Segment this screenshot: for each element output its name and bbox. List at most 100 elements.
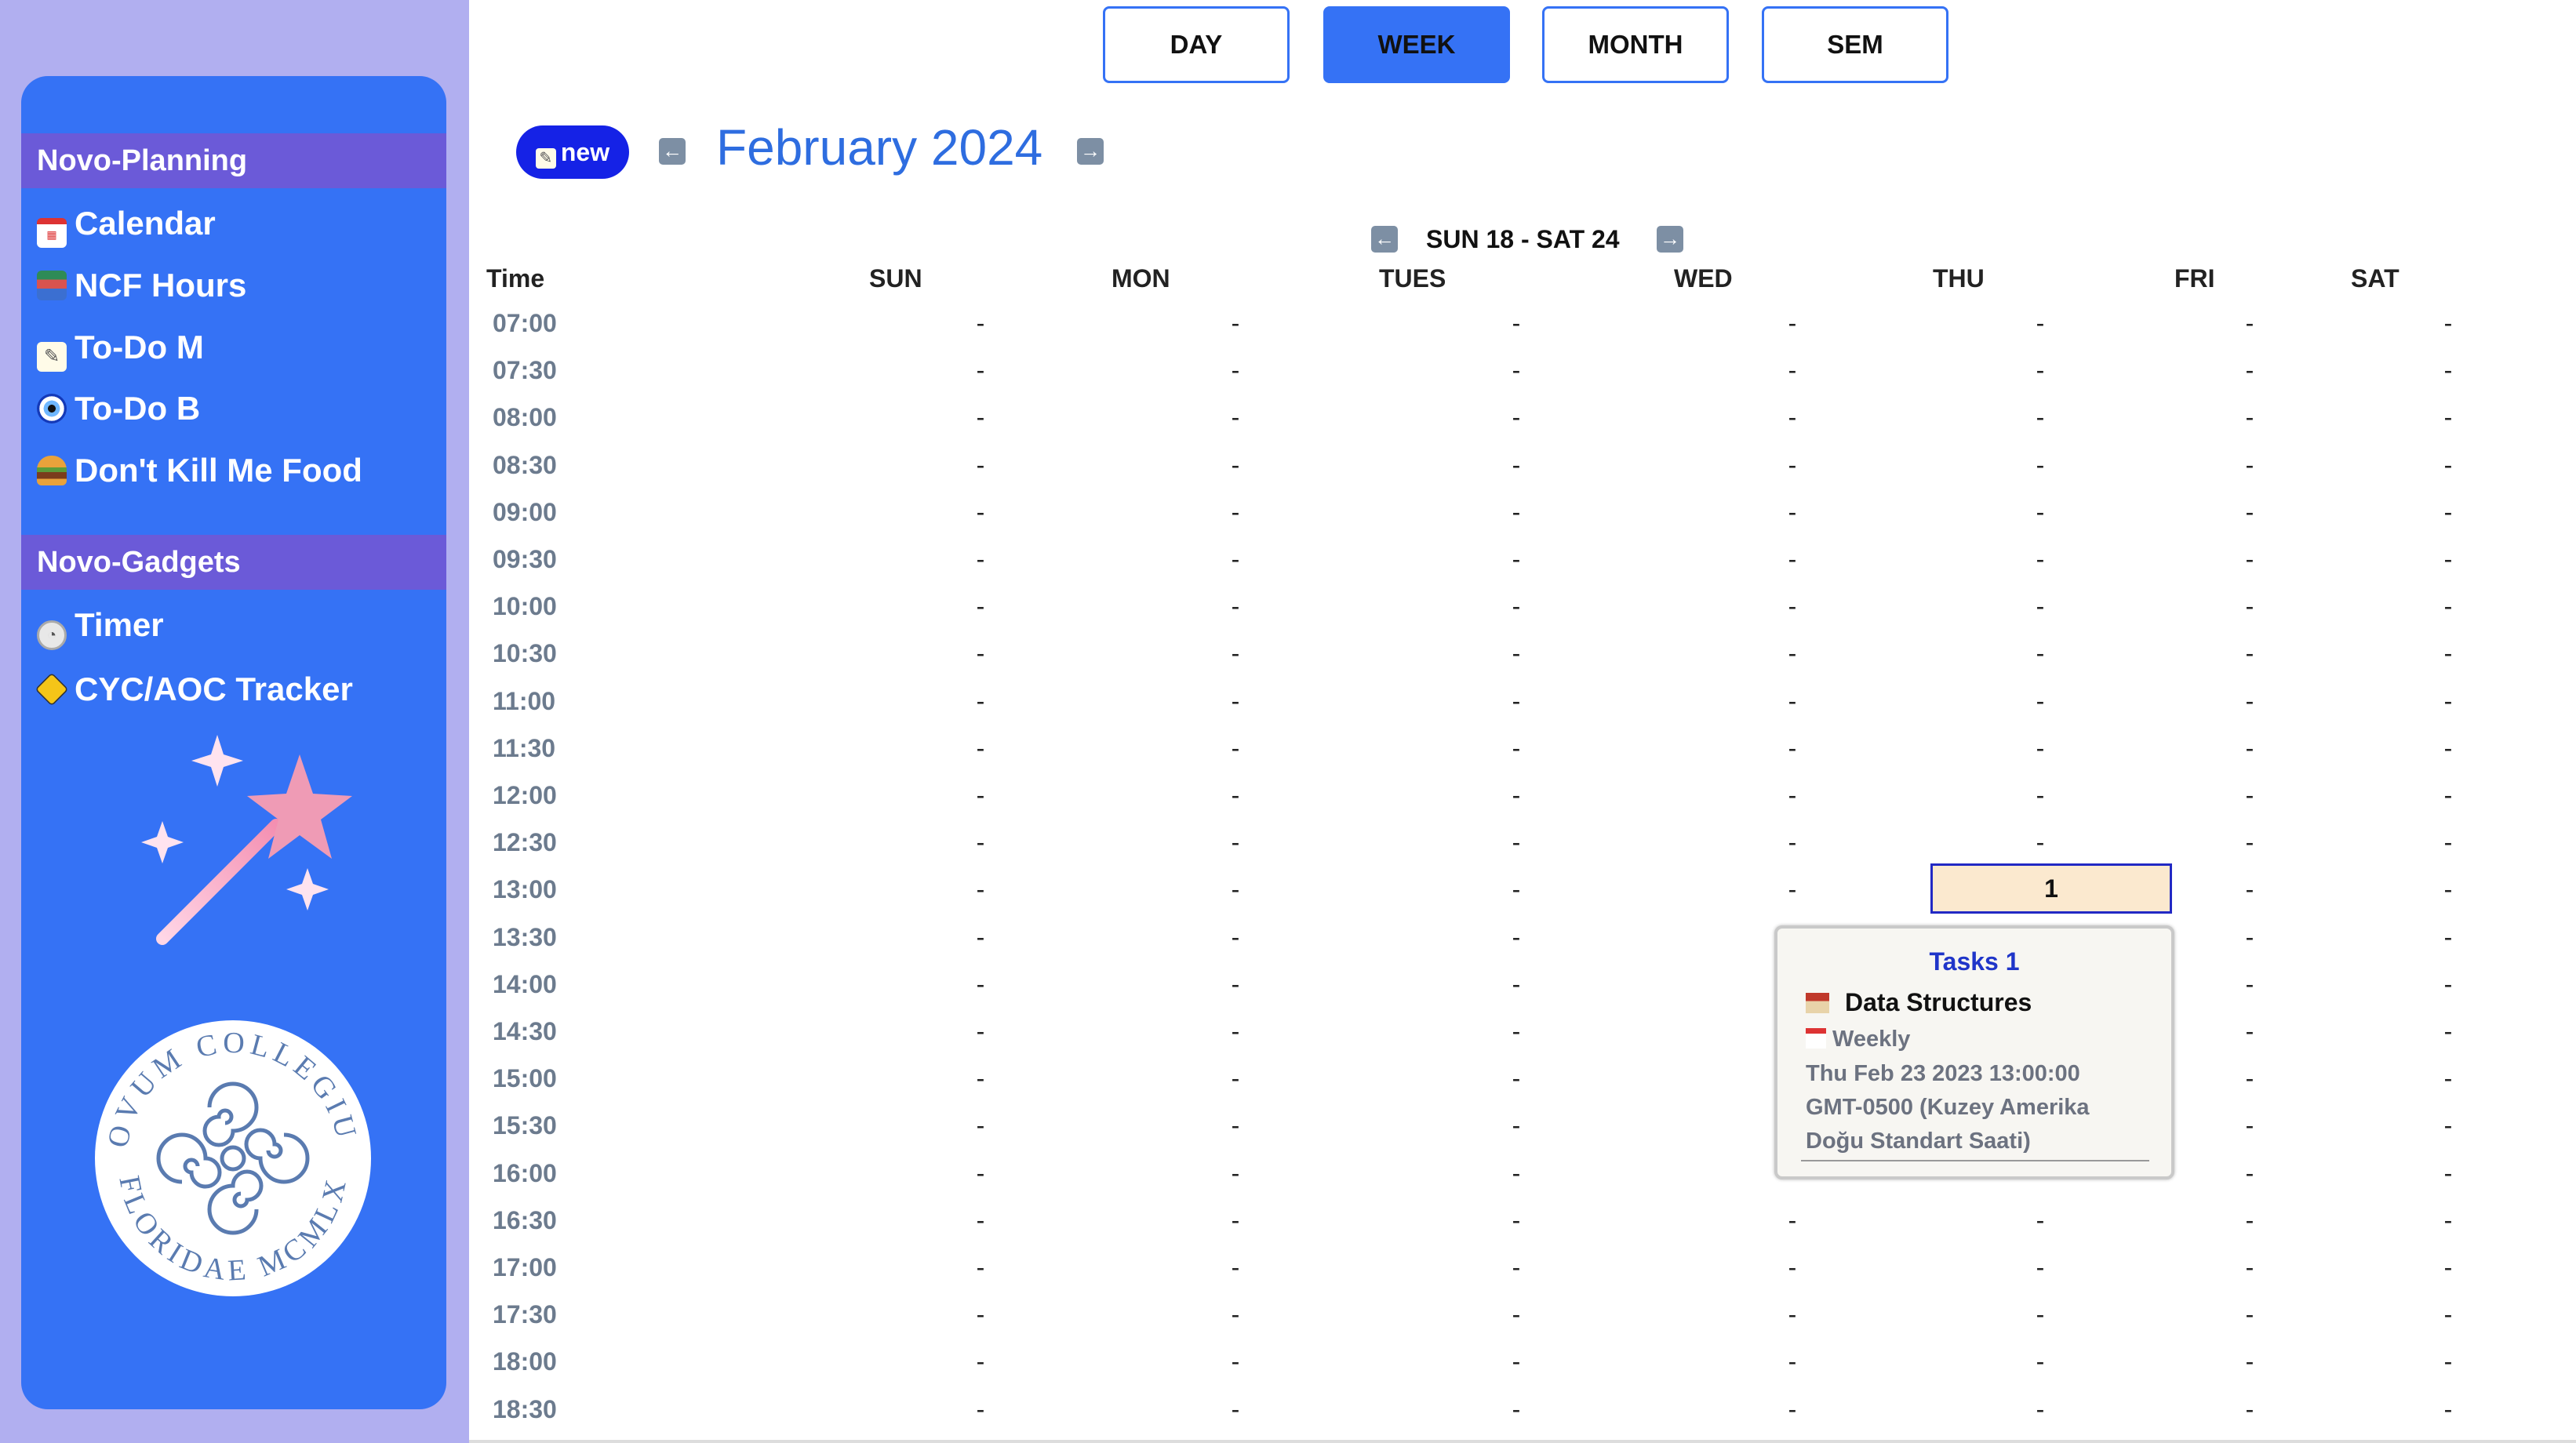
empty-slot[interactable]: - xyxy=(1228,402,1243,433)
empty-slot[interactable]: - xyxy=(1228,1346,1243,1377)
empty-slot[interactable]: - xyxy=(1508,1205,1524,1236)
empty-slot[interactable]: - xyxy=(1228,969,1243,1000)
empty-slot[interactable]: - xyxy=(1228,449,1243,481)
empty-slot[interactable]: - xyxy=(973,449,988,481)
empty-slot[interactable]: - xyxy=(1508,921,1524,953)
empty-slot[interactable]: - xyxy=(973,1299,988,1330)
empty-slot[interactable]: - xyxy=(1508,543,1524,575)
empty-slot[interactable]: - xyxy=(2032,1394,2048,1425)
empty-slot[interactable]: - xyxy=(2242,638,2258,669)
empty-slot[interactable]: - xyxy=(1508,402,1524,433)
empty-slot[interactable]: - xyxy=(2032,1346,2048,1377)
week-view-button[interactable]: WEEK xyxy=(1323,6,1510,83)
empty-slot[interactable]: - xyxy=(973,543,988,575)
empty-slot[interactable]: - xyxy=(2440,1394,2456,1425)
empty-slot[interactable]: - xyxy=(2242,496,2258,528)
empty-slot[interactable]: - xyxy=(1228,1394,1243,1425)
empty-slot[interactable]: - xyxy=(2242,1205,2258,1236)
empty-slot[interactable]: - xyxy=(2242,1299,2258,1330)
empty-slot[interactable]: - xyxy=(1508,874,1524,905)
empty-slot[interactable]: - xyxy=(2440,1205,2456,1236)
empty-slot[interactable]: - xyxy=(2032,307,2048,339)
empty-slot[interactable]: - xyxy=(2440,780,2456,811)
empty-slot[interactable]: - xyxy=(2440,1063,2456,1094)
sidebar-item-cyc-aoc-tracker[interactable]: CYC/AOC Tracker xyxy=(35,666,353,713)
empty-slot[interactable]: - xyxy=(973,780,988,811)
empty-slot[interactable]: - xyxy=(1785,307,1800,339)
sidebar-item-calendar[interactable]: ▦ Calendar xyxy=(37,200,216,248)
empty-slot[interactable]: - xyxy=(1508,307,1524,339)
empty-slot[interactable]: - xyxy=(2440,1299,2456,1330)
empty-slot[interactable]: - xyxy=(1228,1205,1243,1236)
sem-view-button[interactable]: SEM xyxy=(1762,6,1948,83)
prev-week-arrow-icon[interactable]: ← xyxy=(1371,226,1398,253)
empty-slot[interactable]: - xyxy=(1508,1252,1524,1283)
empty-slot[interactable]: - xyxy=(2032,591,2048,622)
empty-slot[interactable]: - xyxy=(1508,591,1524,622)
empty-slot[interactable]: - xyxy=(1508,449,1524,481)
empty-slot[interactable]: - xyxy=(973,921,988,953)
empty-slot[interactable]: - xyxy=(1508,354,1524,386)
empty-slot[interactable]: - xyxy=(2242,1016,2258,1047)
empty-slot[interactable]: - xyxy=(973,685,988,717)
empty-slot[interactable]: - xyxy=(2242,1252,2258,1283)
empty-slot[interactable]: - xyxy=(2032,402,2048,433)
empty-slot[interactable]: - xyxy=(1508,827,1524,858)
empty-slot[interactable]: - xyxy=(973,1252,988,1283)
empty-slot[interactable]: - xyxy=(1228,1252,1243,1283)
empty-slot[interactable]: - xyxy=(2032,449,2048,481)
empty-slot[interactable]: - xyxy=(2032,1299,2048,1330)
empty-slot[interactable]: - xyxy=(1228,732,1243,764)
empty-slot[interactable]: - xyxy=(1785,1346,1800,1377)
empty-slot[interactable]: - xyxy=(1228,1110,1243,1141)
empty-slot[interactable]: - xyxy=(2242,969,2258,1000)
empty-slot[interactable]: - xyxy=(2242,543,2258,575)
empty-slot[interactable]: - xyxy=(2440,685,2456,717)
empty-slot[interactable]: - xyxy=(2440,874,2456,905)
empty-slot[interactable]: - xyxy=(2032,1205,2048,1236)
empty-slot[interactable]: - xyxy=(2440,402,2456,433)
empty-slot[interactable]: - xyxy=(2440,307,2456,339)
empty-slot[interactable]: - xyxy=(1785,827,1800,858)
empty-slot[interactable]: - xyxy=(2032,638,2048,669)
empty-slot[interactable]: - xyxy=(2440,969,2456,1000)
next-month-arrow-icon[interactable]: → xyxy=(1077,138,1104,165)
empty-slot[interactable]: - xyxy=(1228,1158,1243,1189)
empty-slot[interactable]: - xyxy=(1508,496,1524,528)
empty-slot[interactable]: - xyxy=(1508,969,1524,1000)
empty-slot[interactable]: - xyxy=(1785,1299,1800,1330)
empty-slot[interactable]: - xyxy=(1785,1205,1800,1236)
empty-slot[interactable]: - xyxy=(973,402,988,433)
empty-slot[interactable]: - xyxy=(1508,685,1524,717)
new-event-button[interactable]: ✎ new xyxy=(516,125,629,179)
empty-slot[interactable]: - xyxy=(2032,780,2048,811)
empty-slot[interactable]: - xyxy=(2242,449,2258,481)
empty-slot[interactable]: - xyxy=(2242,1158,2258,1189)
empty-slot[interactable]: - xyxy=(1785,638,1800,669)
next-week-arrow-icon[interactable]: → xyxy=(1657,226,1683,253)
sidebar-item-food[interactable]: Don't Kill Me Food xyxy=(37,447,362,494)
empty-slot[interactable]: - xyxy=(1228,1299,1243,1330)
empty-slot[interactable]: - xyxy=(1785,1252,1800,1283)
empty-slot[interactable]: - xyxy=(1785,732,1800,764)
empty-slot[interactable]: - xyxy=(2032,496,2048,528)
empty-slot[interactable]: - xyxy=(1785,874,1800,905)
event-cell[interactable]: 1 xyxy=(1930,863,2172,914)
empty-slot[interactable]: - xyxy=(973,1158,988,1189)
empty-slot[interactable]: - xyxy=(2242,1346,2258,1377)
empty-slot[interactable]: - xyxy=(1228,307,1243,339)
empty-slot[interactable]: - xyxy=(1785,354,1800,386)
empty-slot[interactable]: - xyxy=(1508,1158,1524,1189)
empty-slot[interactable]: - xyxy=(2440,732,2456,764)
empty-slot[interactable]: - xyxy=(1228,780,1243,811)
empty-slot[interactable]: - xyxy=(973,827,988,858)
sidebar-item-timer[interactable]: ◔ Timer xyxy=(37,602,164,650)
sidebar-item-todo-m[interactable]: ✎ To-Do M xyxy=(37,324,204,372)
sidebar-item-ncf-hours[interactable]: NCF Hours xyxy=(37,262,246,309)
empty-slot[interactable]: - xyxy=(1508,638,1524,669)
empty-slot[interactable]: - xyxy=(1508,1394,1524,1425)
empty-slot[interactable]: - xyxy=(2440,496,2456,528)
empty-slot[interactable]: - xyxy=(2242,354,2258,386)
empty-slot[interactable]: - xyxy=(2440,354,2456,386)
empty-slot[interactable]: - xyxy=(973,1394,988,1425)
